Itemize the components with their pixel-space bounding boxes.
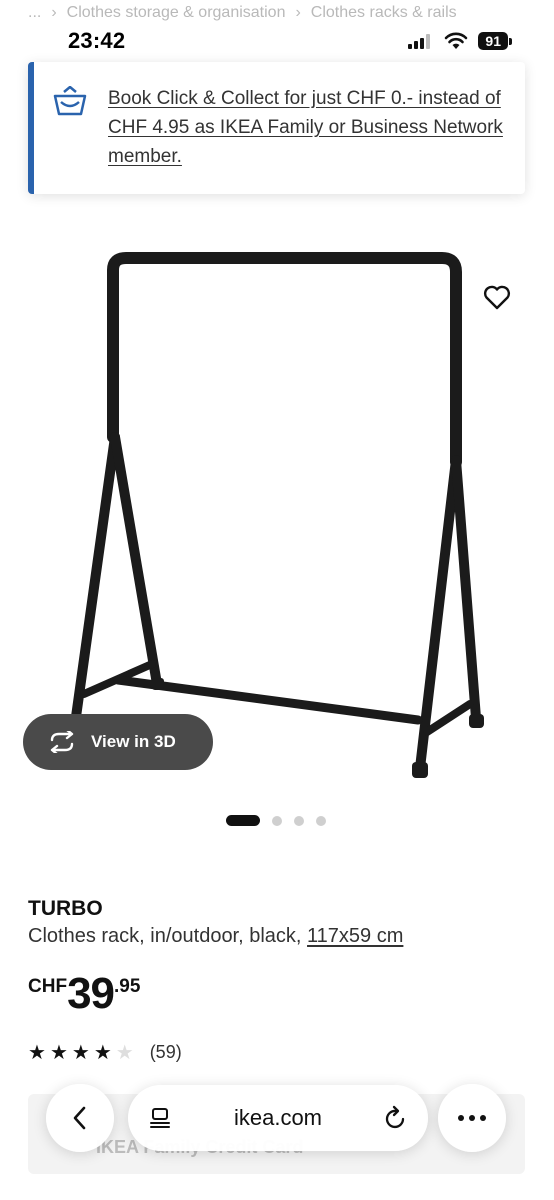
basket-icon <box>53 86 87 116</box>
price-integer: 39 <box>67 969 115 1018</box>
product-rating[interactable]: ★ ★ ★ ★ ★ (59) <box>28 1042 182 1063</box>
image-carousel-indicator <box>226 815 326 826</box>
star-empty-icon: ★ <box>115 1041 134 1064</box>
status-icons: 91 <box>408 32 512 50</box>
cellular-signal-icon <box>408 34 431 49</box>
heart-icon[interactable] <box>482 282 512 312</box>
star-icon: ★ <box>71 1041 90 1064</box>
address-bar[interactable]: ikea.com <box>128 1085 428 1151</box>
view-in-3d-button[interactable]: View in 3D <box>23 714 213 770</box>
click-collect-promo-banner: Book Click & Collect for just CHF 0.- in… <box>28 62 525 194</box>
carousel-dot[interactable] <box>272 815 282 826</box>
breadcrumb-separator: › <box>51 4 57 21</box>
view-in-3d-label: View in 3D <box>91 732 176 751</box>
chevron-left-icon <box>73 1106 86 1130</box>
more-icon <box>458 1115 486 1121</box>
product-description: Clothes rack, in/outdoor, black, 117x59 … <box>28 925 403 948</box>
price-currency: CHF <box>28 976 68 997</box>
carousel-dot[interactable] <box>294 815 304 826</box>
back-button[interactable] <box>46 1084 114 1152</box>
promo-link[interactable]: Book Click & Collect for just CHF 0.- in… <box>108 84 505 194</box>
product-name: TURBO <box>28 897 103 920</box>
product-description-text: Clothes rack, in/outdoor, black, <box>28 925 308 947</box>
status-bar: 23:42 91 <box>0 28 554 56</box>
price-decimal: .95 <box>114 976 141 997</box>
breadcrumb-item-clothes-racks[interactable]: Clothes racks & rails <box>311 4 457 22</box>
page-layout-icon[interactable] <box>148 1106 172 1130</box>
carousel-dot[interactable] <box>316 815 326 826</box>
more-options-button[interactable] <box>438 1084 506 1152</box>
product-price: CHF 39 .95 <box>28 972 140 1016</box>
carousel-dot[interactable] <box>226 815 260 826</box>
battery-indicator: 91 <box>478 32 512 50</box>
breadcrumb-item-clothes-storage[interactable]: Clothes storage & organisation <box>67 4 286 22</box>
rotate-3d-icon <box>50 731 74 753</box>
browser-toolbar: ikea.com <box>0 1084 554 1154</box>
breadcrumb: ... › Clothes storage & organisation › C… <box>28 4 457 22</box>
clothes-rack-image[interactable] <box>0 232 554 792</box>
product-dimensions-link[interactable]: 117x59 cm <box>307 925 403 947</box>
rating-count[interactable]: (59) <box>150 1042 182 1063</box>
star-icon: ★ <box>49 1041 68 1064</box>
reload-icon[interactable] <box>384 1105 408 1131</box>
wifi-icon <box>445 32 468 49</box>
url-text[interactable]: ikea.com <box>172 1105 384 1131</box>
breadcrumb-separator: › <box>295 4 301 21</box>
status-time: 23:42 <box>68 28 126 53</box>
star-icon: ★ <box>28 1041 46 1064</box>
breadcrumb-ellipsis[interactable]: ... <box>28 4 41 22</box>
star-icon: ★ <box>93 1041 112 1064</box>
